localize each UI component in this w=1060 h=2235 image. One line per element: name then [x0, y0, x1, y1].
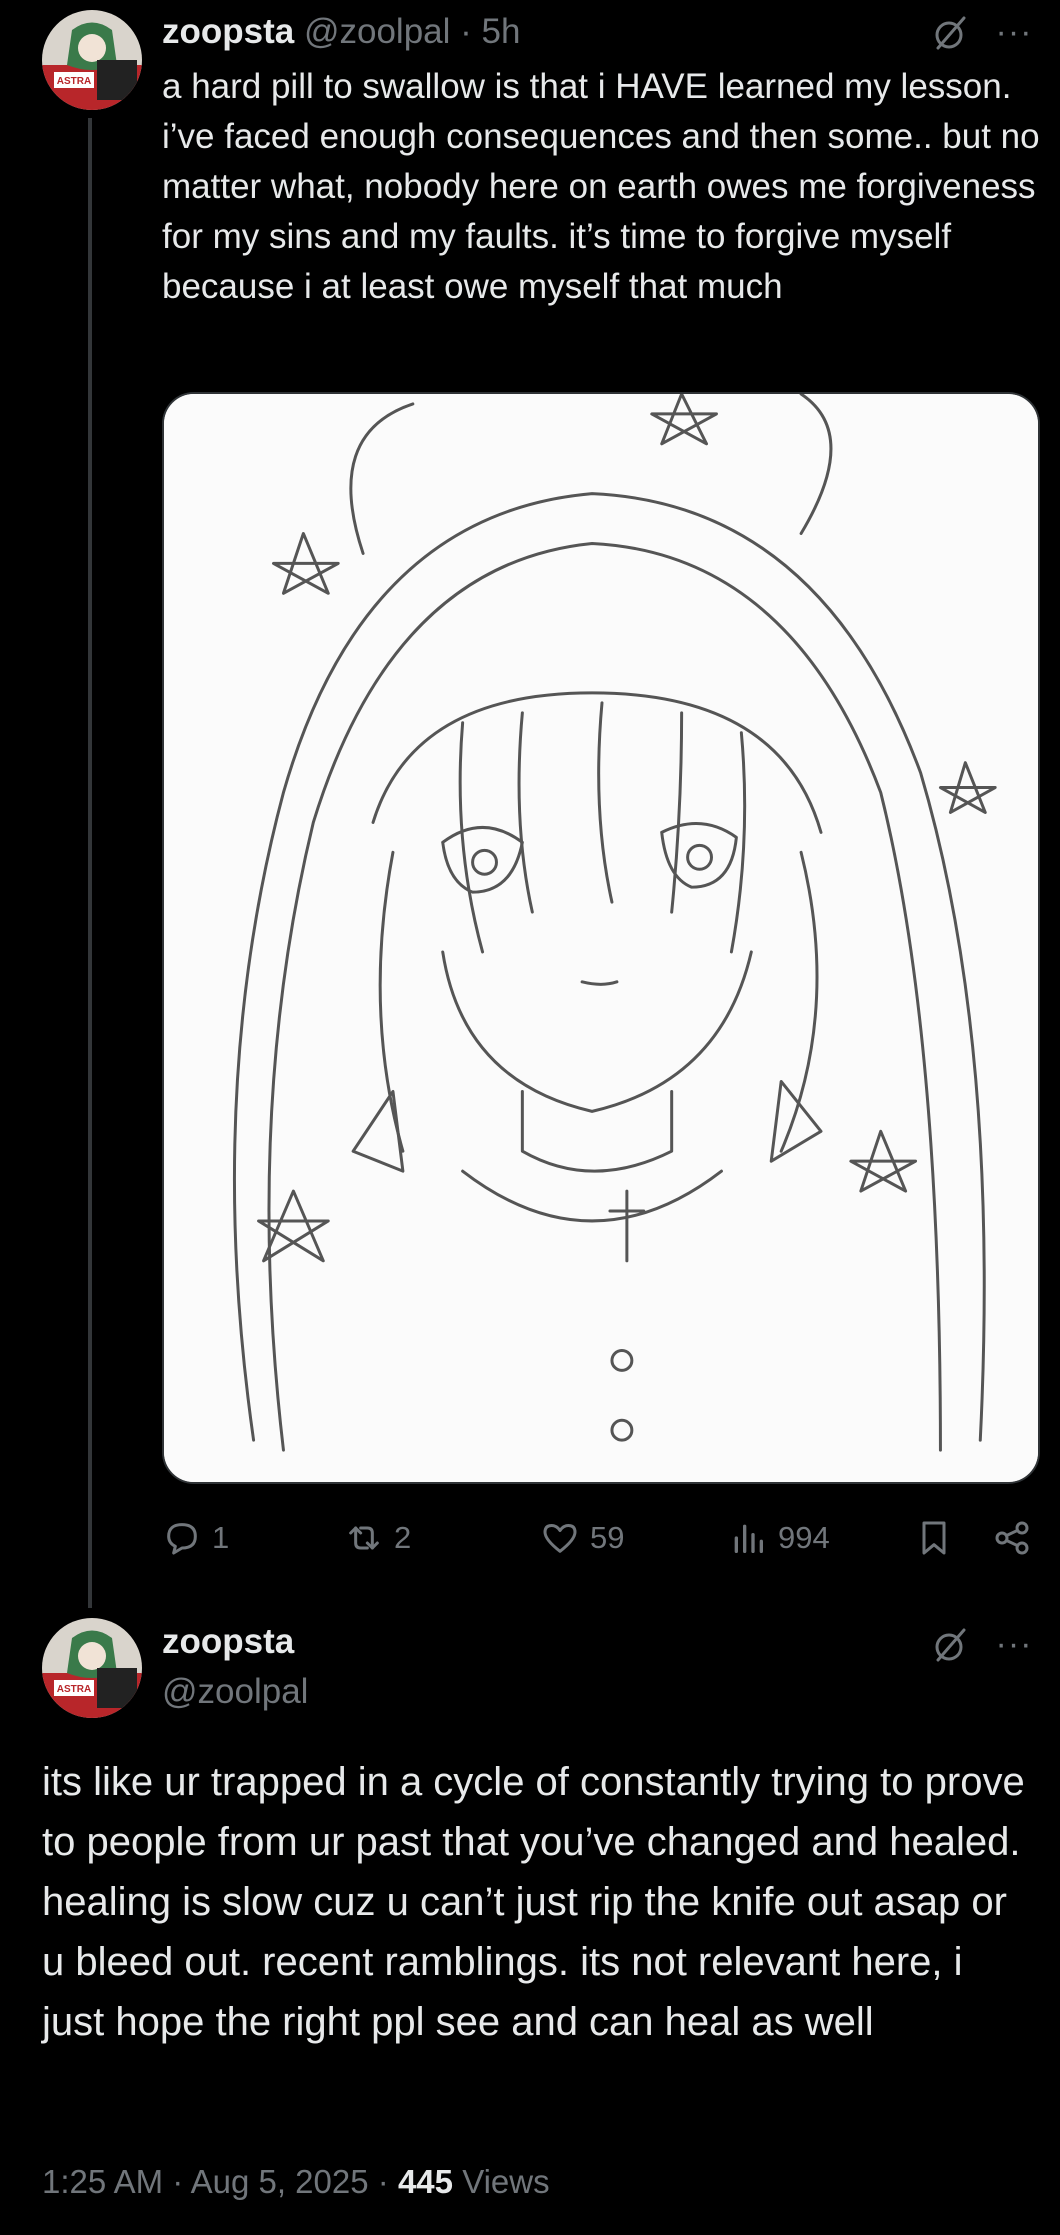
more-icon[interactable]: ··· — [990, 1620, 1038, 1668]
repost-count: 2 — [394, 1520, 412, 1555]
reply-count: 1 — [212, 1520, 230, 1555]
share-icon — [995, 1521, 1029, 1555]
separator: · — [460, 12, 472, 51]
reply-icon — [167, 1523, 197, 1555]
like-button[interactable]: 59 — [540, 1512, 624, 1564]
tweet-actions: 1 2 59 994 — [162, 1512, 1042, 1564]
repost-button[interactable]: 2 — [344, 1512, 411, 1564]
thread-connector-line — [88, 118, 92, 1608]
heart-icon — [543, 1524, 577, 1553]
share-button[interactable] — [992, 1512, 1032, 1564]
views-button[interactable]: 994 — [728, 1512, 830, 1564]
bookmark-icon — [922, 1521, 946, 1555]
author-name[interactable]: zoopsta — [162, 1618, 294, 1666]
views-chart-icon — [734, 1524, 763, 1553]
author-handle[interactable]: @zoolpal — [304, 12, 450, 51]
reply-button[interactable]: 1 — [162, 1512, 229, 1564]
views-label: Views — [462, 2163, 550, 2200]
svg-text:ASTRA: ASTRA — [57, 1684, 91, 1695]
post-date[interactable]: Aug 5, 2025 — [191, 2163, 369, 2200]
views-count: 445 — [397, 2163, 454, 2200]
avatar[interactable]: ASTRA — [42, 1618, 142, 1718]
like-count: 59 — [590, 1520, 625, 1555]
tweet-meta: 1:25 AM · Aug 5, 2025 · 445 Views — [42, 2158, 550, 2206]
more-icon[interactable]: ··· — [990, 8, 1038, 56]
bookmark-button[interactable] — [914, 1512, 954, 1564]
repost-icon — [349, 1526, 379, 1550]
avatar[interactable]: ASTRA — [42, 10, 142, 110]
grok-icon[interactable] — [926, 1622, 974, 1670]
separator: · — [172, 2163, 184, 2200]
grok-icon[interactable] — [926, 10, 974, 58]
post-time[interactable]: 1:25 AM — [42, 2163, 163, 2200]
tweet-text: its like ur trapped in a cycle of consta… — [42, 1760, 1025, 2044]
timestamp[interactable]: 5h — [482, 12, 521, 51]
anime-sketch-image — [164, 394, 1038, 1482]
author-name[interactable]: zoopsta — [162, 12, 294, 51]
separator: · — [377, 2163, 389, 2200]
tweet-header: zoopsta @zoolpal · 5h — [162, 8, 520, 56]
author-handle[interactable]: @zoolpal — [162, 1668, 308, 1716]
view-count: 994 — [778, 1520, 830, 1555]
svg-text:ASTRA: ASTRA — [57, 76, 91, 87]
tweet-text: a hard pill to swallow is that i HAVE le… — [162, 67, 1040, 306]
tweet-media-image[interactable] — [162, 392, 1040, 1484]
